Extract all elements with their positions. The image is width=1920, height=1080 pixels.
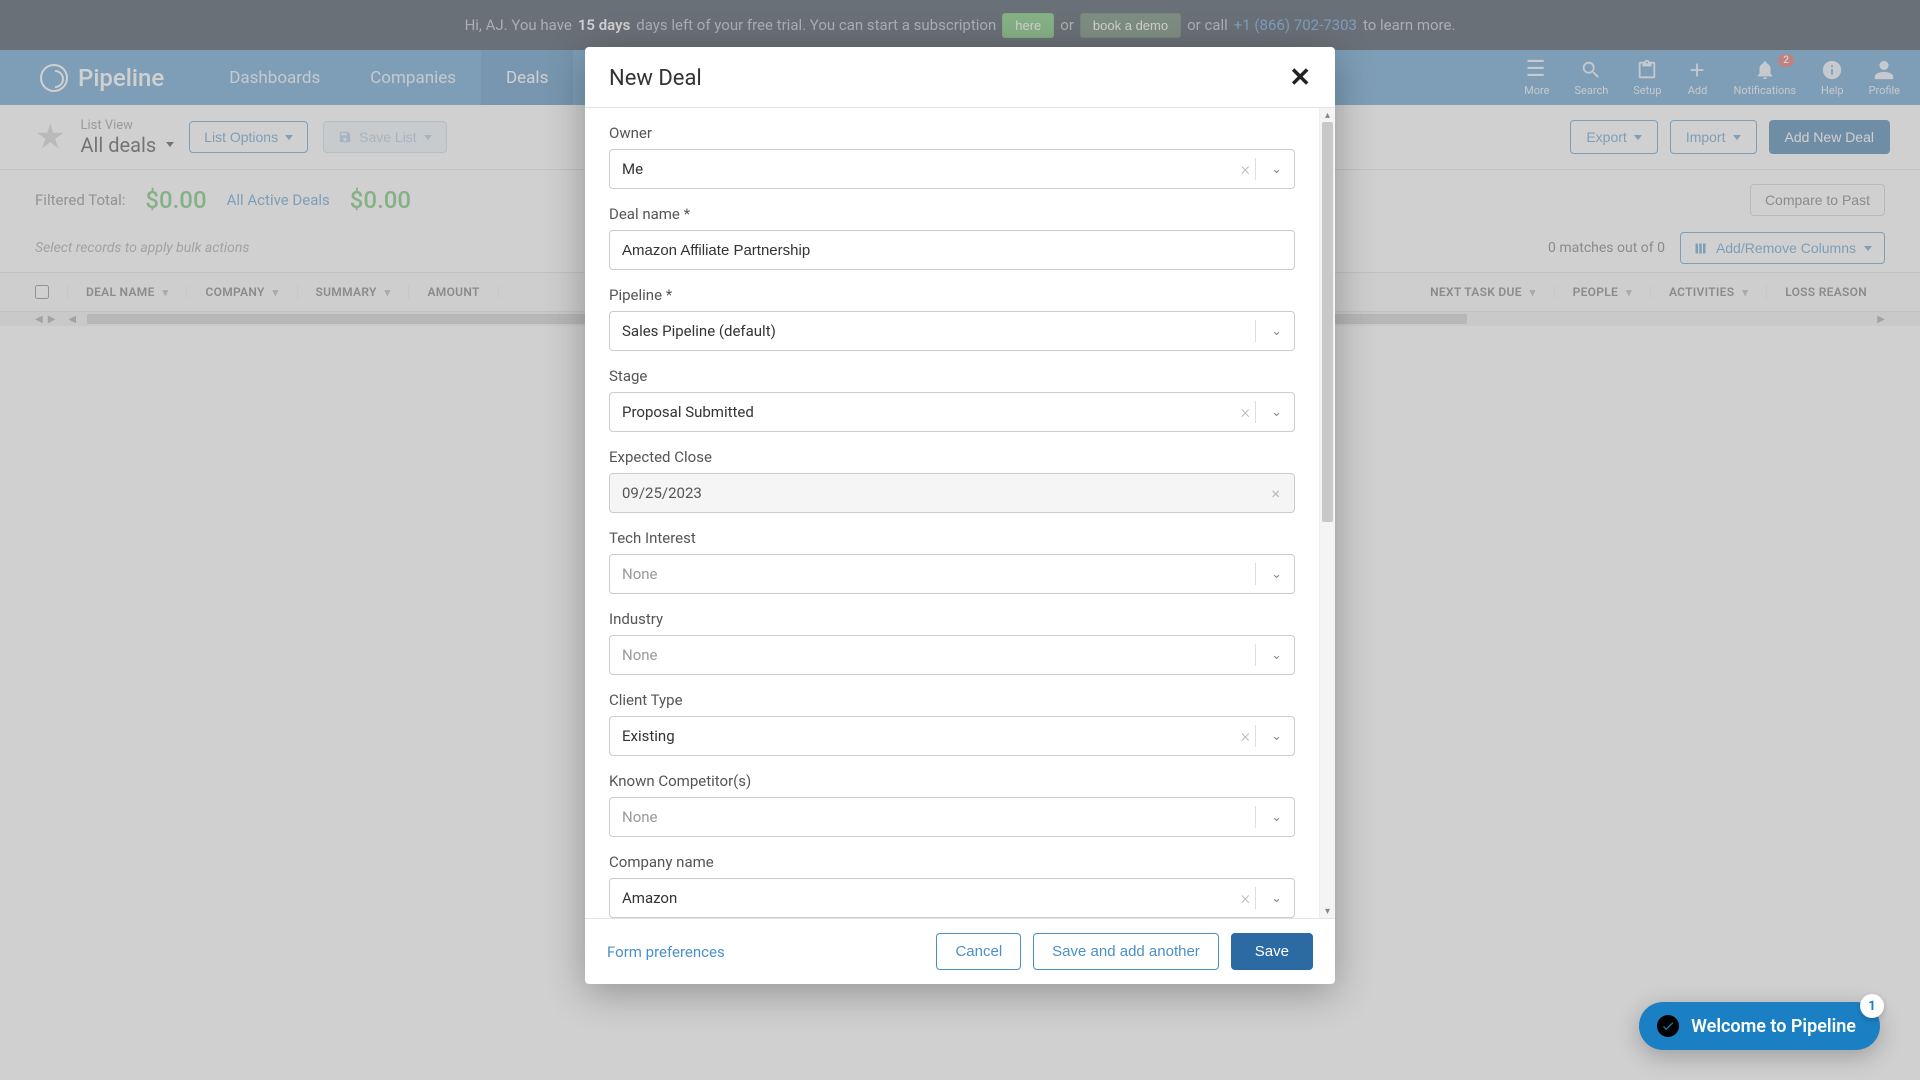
deal-name-input[interactable] [609,230,1295,270]
scroll-up-icon[interactable]: ▴ [1320,108,1335,122]
company-name-value: Amazon [622,889,677,907]
scroll-down-icon[interactable]: ▾ [1320,904,1335,918]
client-type-value: Existing [622,727,675,745]
welcome-text: Welcome to Pipeline [1691,1016,1856,1037]
tech-interest-select[interactable]: None ⌄ [609,554,1295,594]
industry-value: None [622,646,658,664]
chevron-down-icon: ⌄ [1271,324,1282,339]
chevron-down-icon: ⌄ [1271,405,1282,420]
industry-label: Industry [609,610,1295,628]
owner-select[interactable]: Me × ⌄ [609,149,1295,189]
tech-interest-value: None [622,565,658,583]
pipeline-select[interactable]: Sales Pipeline (default) ⌄ [609,311,1295,351]
save-and-add-another-button[interactable]: Save and add another [1033,933,1219,970]
welcome-pill[interactable]: Welcome to Pipeline 1 [1639,1002,1880,1050]
stage-label: Stage [609,367,1295,385]
check-circle-icon [1657,1015,1679,1037]
company-name-label: Company name [609,853,1295,871]
separator [1255,320,1256,342]
known-competitors-select[interactable]: None ⌄ [609,797,1295,837]
separator [1255,887,1256,909]
deal-name-label: Deal name * [609,205,1295,223]
new-deal-modal: New Deal ✕ Owner Me × ⌄ Deal name * Pipe… [585,47,1335,984]
scroll-thumb[interactable] [1322,122,1333,522]
separator [1255,401,1256,423]
owner-value: Me [622,160,643,178]
expected-close-value: 09/25/2023 [622,484,702,502]
client-type-label: Client Type [609,691,1295,709]
clear-icon[interactable]: × [1241,888,1250,909]
clear-icon[interactable]: × [1241,402,1250,423]
separator [1255,644,1256,666]
separator [1255,563,1256,585]
stage-value: Proposal Submitted [622,403,754,421]
modal-scrollbar[interactable]: ▴ ▾ [1319,108,1335,918]
company-name-select[interactable]: Amazon × ⌄ [609,878,1295,918]
expected-close-label: Expected Close [609,448,1295,466]
chevron-down-icon: ⌄ [1271,648,1282,663]
pipeline-value: Sales Pipeline (default) [622,322,776,340]
welcome-badge: 1 [1860,994,1884,1018]
chevron-down-icon: ⌄ [1271,162,1282,177]
clear-icon[interactable]: × [1241,726,1250,747]
industry-select[interactable]: None ⌄ [609,635,1295,675]
pipeline-label: Pipeline * [609,286,1295,304]
modal-title: New Deal [609,66,702,91]
known-competitors-value: None [622,808,658,826]
stage-select[interactable]: Proposal Submitted × ⌄ [609,392,1295,432]
separator [1255,806,1256,828]
chevron-down-icon: ⌄ [1271,891,1282,906]
tech-interest-label: Tech Interest [609,529,1295,547]
expected-close-input[interactable]: 09/25/2023 × [609,473,1295,513]
close-icon[interactable]: ✕ [1289,65,1311,91]
clear-icon[interactable]: × [1241,159,1250,180]
chevron-down-icon: ⌄ [1271,567,1282,582]
modal-footer: Form preferences Cancel Save and add ano… [585,918,1335,984]
cancel-button[interactable]: Cancel [936,933,1021,970]
owner-label: Owner [609,124,1295,142]
chevron-down-icon: ⌄ [1271,810,1282,825]
chevron-down-icon: ⌄ [1271,729,1282,744]
save-button[interactable]: Save [1231,933,1313,970]
separator [1255,725,1256,747]
form-preferences-link[interactable]: Form preferences [607,943,725,961]
known-competitors-label: Known Competitor(s) [609,772,1295,790]
clear-icon[interactable]: × [1271,484,1280,503]
modal-body: Owner Me × ⌄ Deal name * Pipeline * Sale… [585,108,1319,918]
client-type-select[interactable]: Existing × ⌄ [609,716,1295,756]
modal-header: New Deal ✕ [585,47,1335,108]
separator [1255,158,1256,180]
